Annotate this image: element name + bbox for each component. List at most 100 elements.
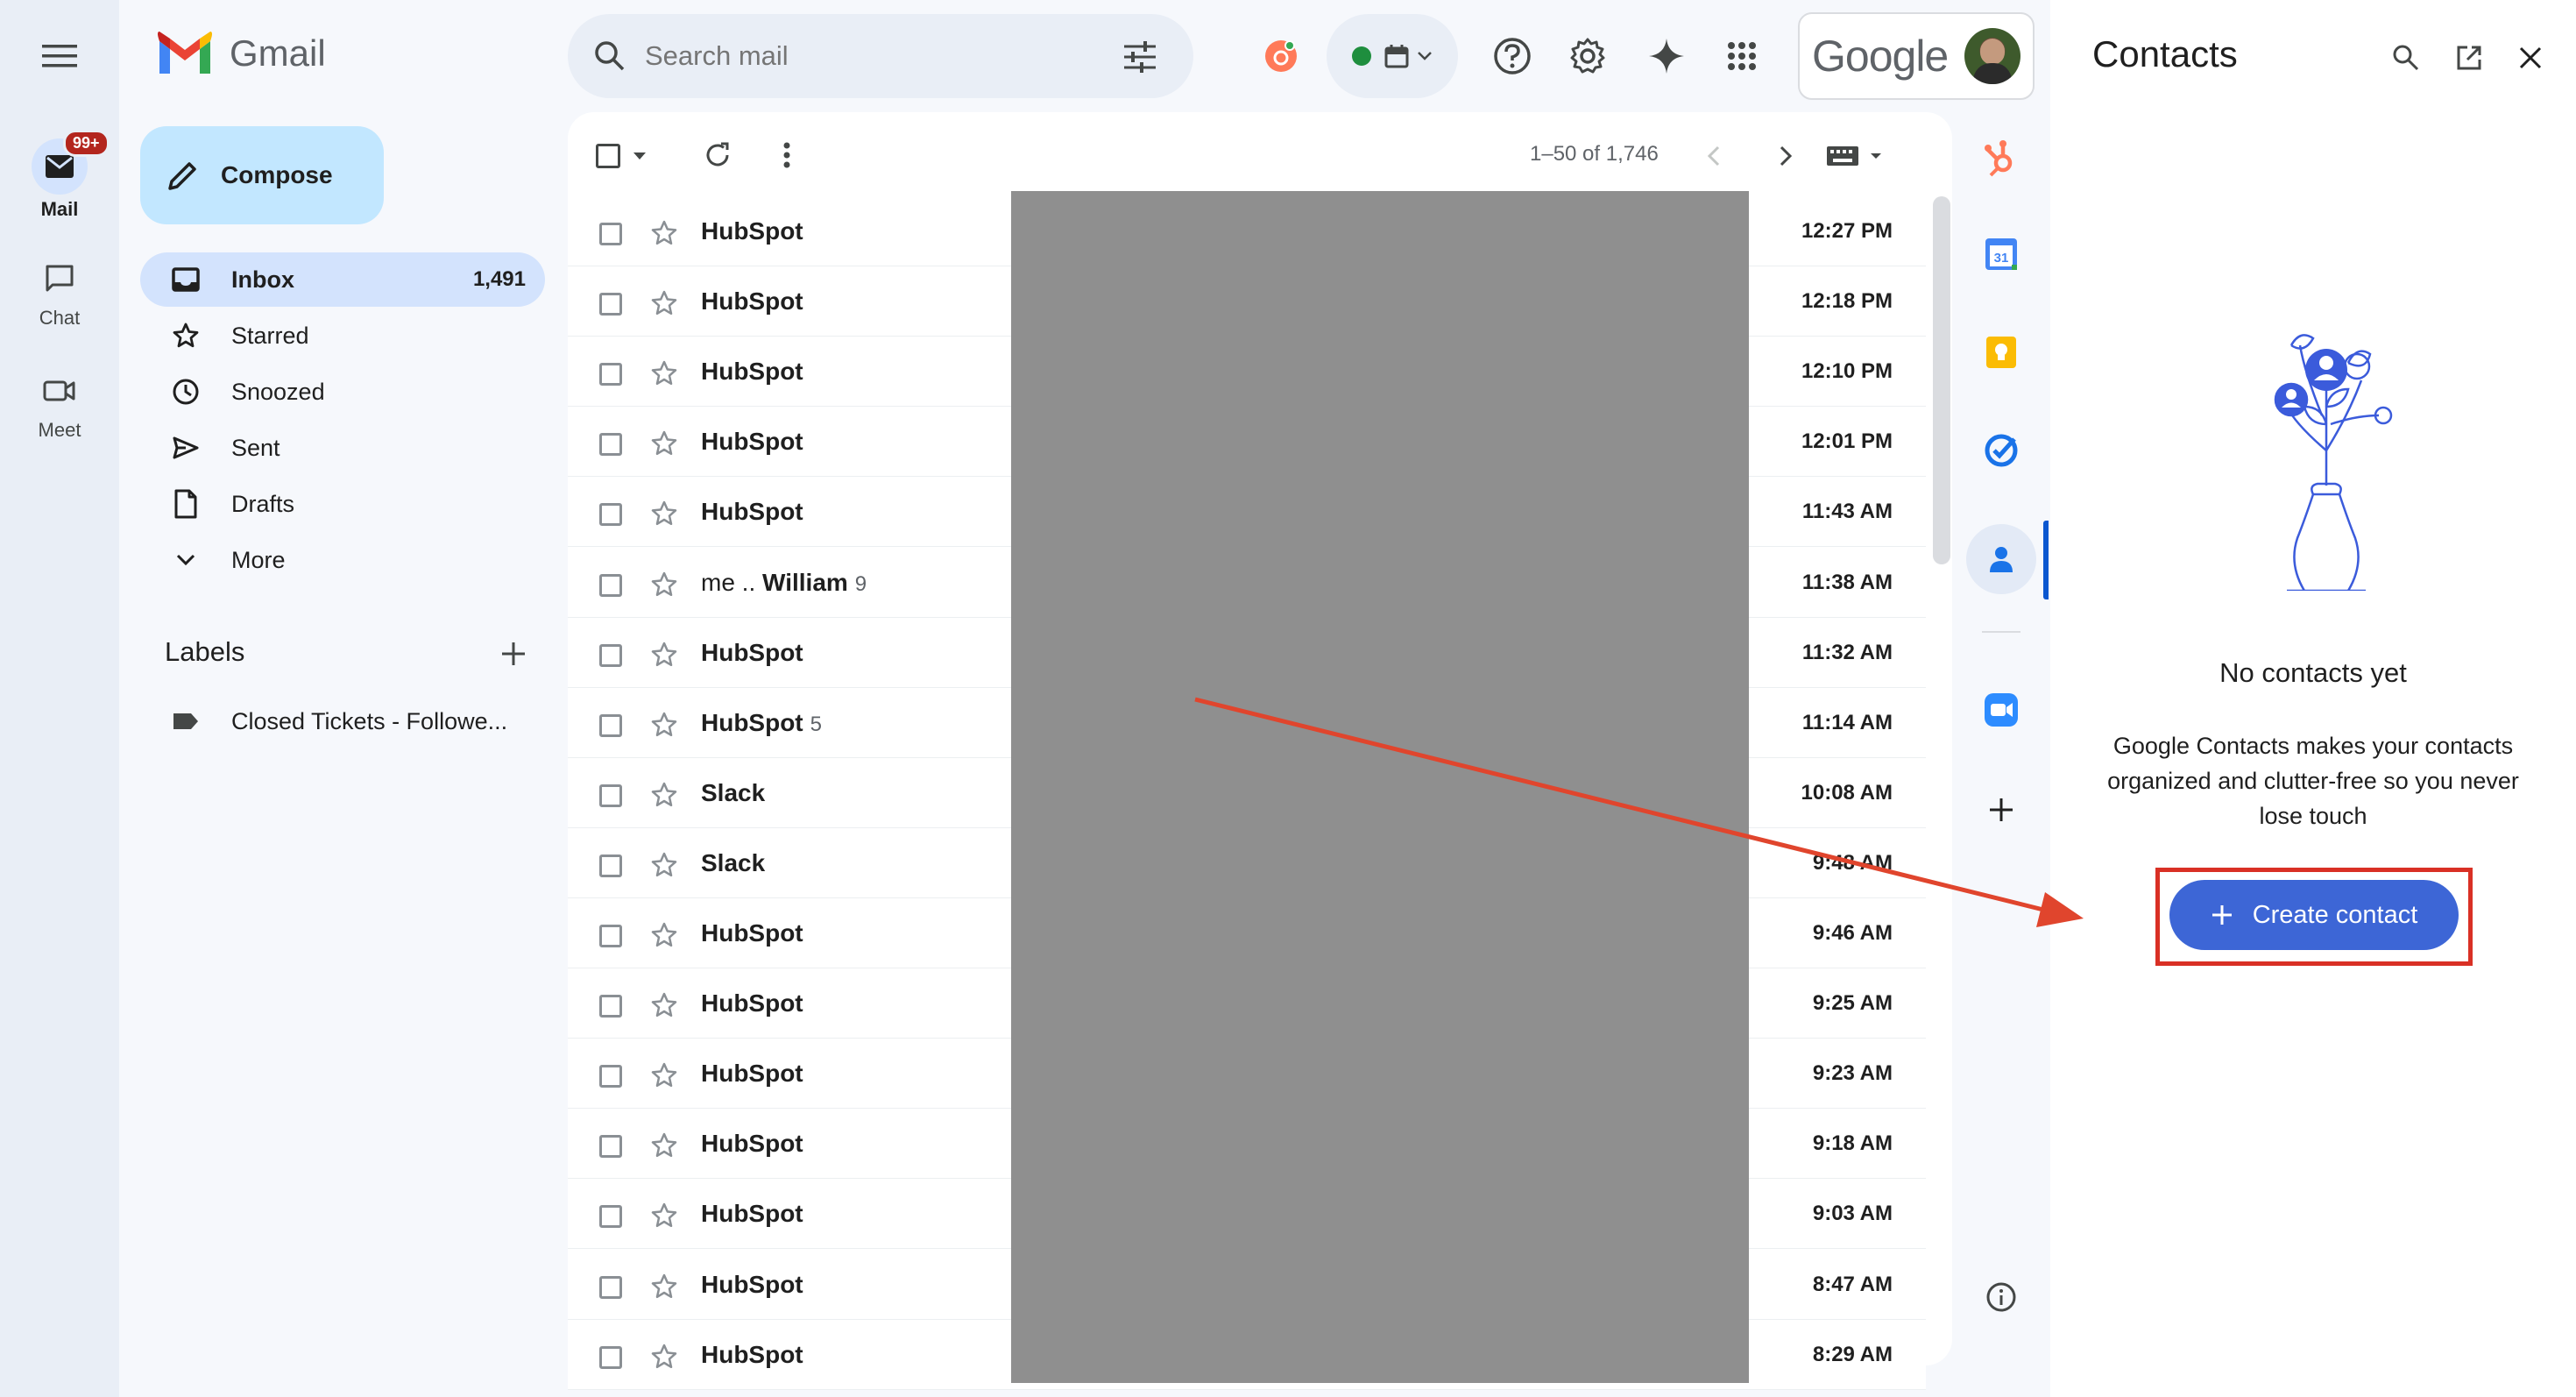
sender-name: HubSpot [701, 498, 803, 526]
nav-item-snoozed[interactable]: Snoozed [140, 365, 545, 419]
row-checkbox[interactable] [599, 643, 622, 667]
received-time: 9:46 AM [1812, 921, 1893, 945]
open-in-new-tab-button[interactable] [2446, 35, 2492, 81]
status-selector[interactable] [1327, 14, 1458, 98]
star-icon[interactable] [650, 429, 678, 457]
search-options-button[interactable] [1118, 35, 1162, 79]
row-checkbox[interactable] [599, 223, 622, 245]
older-page-button[interactable] [1768, 137, 1803, 175]
contacts-search-button[interactable] [2383, 35, 2429, 81]
row-checkbox[interactable] [599, 854, 622, 877]
gmail-logo[interactable]: Gmail [156, 32, 326, 75]
sender-label: HubSpot [701, 1200, 803, 1228]
sender-label: HubSpot [701, 428, 803, 456]
addon-contacts[interactable] [1966, 524, 2036, 594]
star-icon[interactable] [650, 1202, 678, 1230]
star-icon[interactable] [650, 1061, 678, 1089]
nav-item-starred[interactable]: Starred [140, 308, 545, 363]
rail-item-mail[interactable]: 99+ Mail [0, 130, 119, 221]
get-addons-button[interactable] [1977, 785, 2026, 834]
label-item-closed-tickets[interactable]: Closed Tickets - Followe... [140, 694, 545, 748]
addon-hubspot[interactable] [1977, 133, 2026, 182]
account-switcher[interactable]: Google [1798, 12, 2035, 100]
star-icon[interactable] [650, 711, 678, 739]
star-icon[interactable] [650, 991, 678, 1019]
addon-calendar[interactable]: 31 [1977, 230, 2026, 279]
empty-state-description-line-1: Google Contacts makes your contacts [2112, 733, 2514, 759]
row-checkbox[interactable] [599, 1135, 622, 1159]
rail-item-meet[interactable]: Meet [0, 363, 119, 442]
row-checkbox[interactable] [599, 1275, 622, 1299]
row-checkbox[interactable] [599, 995, 622, 1018]
search-input[interactable] [645, 32, 1083, 81]
more-actions-button[interactable] [771, 133, 803, 177]
star-icon[interactable] [650, 1131, 678, 1159]
star-icon[interactable] [650, 851, 678, 879]
received-time: 9:23 AM [1812, 1061, 1893, 1086]
compose-button[interactable]: Compose [140, 126, 384, 224]
avatar[interactable] [1964, 28, 2020, 84]
rail-label-chat: Chat [39, 307, 81, 329]
gemini-button[interactable] [1644, 33, 1689, 79]
rail-item-chat[interactable]: Chat [0, 251, 119, 330]
google-apps-button[interactable] [1719, 33, 1765, 79]
support-button[interactable] [1490, 33, 1535, 79]
addon-zoom[interactable] [1977, 685, 2026, 734]
row-checkbox[interactable] [599, 784, 622, 807]
received-time: 9:18 AM [1812, 1131, 1893, 1156]
sender-label: HubSpot [701, 638, 803, 666]
create-label-button[interactable] [494, 635, 533, 673]
addon-tasks[interactable] [1977, 426, 2026, 475]
row-checkbox[interactable] [599, 1065, 622, 1089]
star-icon[interactable] [650, 571, 678, 599]
star-icon[interactable] [650, 781, 678, 809]
search-button[interactable] [589, 35, 631, 77]
sender-name: Slack [701, 779, 765, 807]
received-time: 8:47 AM [1812, 1272, 1893, 1296]
refresh-button[interactable] [696, 133, 740, 177]
row-checkbox[interactable] [599, 573, 622, 597]
row-checkbox[interactable] [599, 1345, 622, 1369]
star-icon[interactable] [650, 500, 678, 528]
sender-name: HubSpot [701, 217, 803, 245]
newer-page-button[interactable] [1696, 137, 1731, 175]
nav-item-sent[interactable]: Sent [140, 421, 545, 475]
select-all-checkbox[interactable] [596, 138, 666, 174]
clock-icon [173, 379, 199, 405]
search-bar[interactable] [568, 14, 1193, 98]
star-icon[interactable] [650, 219, 678, 247]
row-checkbox[interactable] [599, 925, 622, 947]
calendar-icon: 31 [1985, 238, 2017, 270]
zoom-video-icon [1985, 693, 2018, 727]
close-panel-button[interactable] [2508, 35, 2553, 81]
nav-label-drafts: Drafts [231, 490, 295, 517]
star-icon[interactable] [650, 921, 678, 949]
nav-item-more[interactable]: More [140, 533, 545, 587]
row-checkbox[interactable] [599, 363, 622, 386]
row-checkbox[interactable] [599, 1205, 622, 1229]
star-icon[interactable] [650, 1273, 678, 1301]
addon-keep[interactable] [1977, 328, 2026, 377]
list-scrollbar[interactable] [1933, 196, 1950, 564]
hide-side-panel-button[interactable] [1977, 1273, 2026, 1322]
pagination-range: 1–50 of 1,746 [1530, 142, 1659, 166]
star-icon[interactable] [650, 641, 678, 669]
star-icon[interactable] [650, 289, 678, 317]
labels-heading: Labels [165, 636, 245, 667]
google-wordmark: Google [1812, 32, 1949, 81]
star-icon[interactable] [650, 1343, 678, 1371]
nav-item-drafts[interactable]: Drafts [140, 477, 545, 531]
row-checkbox[interactable] [599, 503, 622, 527]
nav-item-inbox[interactable]: Inbox 1,491 [140, 252, 545, 307]
row-checkbox[interactable] [599, 433, 622, 457]
star-icon[interactable] [650, 359, 678, 387]
mail-icon [46, 155, 74, 178]
hubspot-extension-button[interactable] [1256, 35, 1306, 77]
info-icon [1986, 1282, 2016, 1312]
chevron-right-icon [1780, 145, 1792, 167]
main-menu-button[interactable] [35, 35, 84, 77]
row-checkbox[interactable] [599, 293, 622, 316]
settings-button[interactable] [1565, 33, 1610, 79]
input-tools-button[interactable] [1826, 140, 1891, 172]
row-checkbox[interactable] [599, 713, 622, 737]
